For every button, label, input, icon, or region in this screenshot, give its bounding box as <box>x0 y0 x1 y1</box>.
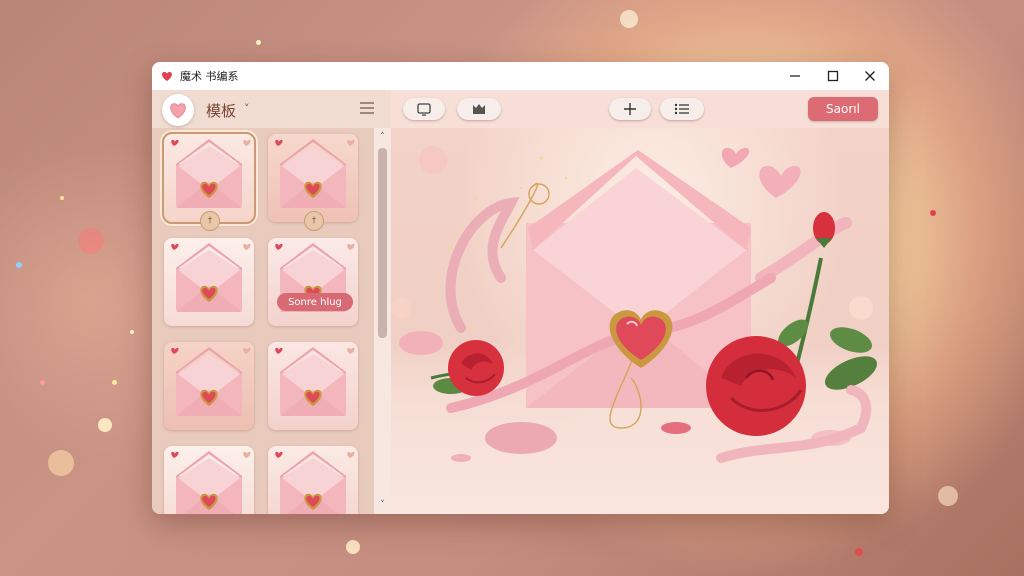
bokeh-light <box>60 196 64 200</box>
template-grid: † † Sonre hlug <box>152 128 374 514</box>
editor-toolbar: Saorıl <box>391 90 889 128</box>
template-card[interactable] <box>164 342 254 430</box>
crown-icon <box>473 104 485 114</box>
maximize-icon <box>827 70 839 82</box>
avatar[interactable] <box>162 94 194 126</box>
bokeh-light <box>855 548 863 556</box>
bokeh-light <box>16 262 22 268</box>
window-title: 魔术 书编系 <box>180 70 239 83</box>
add-icon <box>624 103 636 115</box>
add-button[interactable] <box>609 98 651 120</box>
envelope-thumbnail <box>275 451 355 514</box>
template-card[interactable] <box>268 446 358 514</box>
template-badge-icon[interactable]: † <box>304 211 324 231</box>
list-icon <box>674 103 689 115</box>
template-badge-icon[interactable]: † <box>200 211 220 231</box>
bokeh-light <box>346 540 360 554</box>
bokeh-light <box>48 450 74 476</box>
bokeh-light <box>930 210 936 216</box>
template-card[interactable]: Sonre hlug <box>268 238 358 326</box>
list-button[interactable] <box>660 98 704 120</box>
frame-icon <box>417 103 431 116</box>
template-sidebar: 模板 ˅ † † Sonre hlug ˄ ˅ <box>152 90 391 514</box>
save-button[interactable]: Saorıl <box>808 97 878 121</box>
close-button[interactable] <box>851 62 889 90</box>
envelope-thumbnail <box>275 347 355 416</box>
template-card[interactable] <box>268 342 358 430</box>
envelope-thumbnail <box>275 243 355 312</box>
sidebar-header: 模板 ˅ <box>152 90 391 128</box>
chevron-down-icon[interactable]: ˅ <box>244 102 250 115</box>
bokeh-light <box>98 418 112 432</box>
heart-icon <box>162 71 172 81</box>
hamburger-menu-icon[interactable] <box>359 101 375 115</box>
bokeh-light <box>78 228 104 254</box>
template-dropdown-label[interactable]: 模板 <box>206 100 236 121</box>
bokeh-light <box>130 330 134 334</box>
close-icon <box>865 71 875 81</box>
template-card-button[interactable]: Sonre hlug <box>277 293 353 311</box>
minimize-icon <box>790 75 800 77</box>
bokeh-light <box>40 380 45 385</box>
heart-icon <box>170 103 186 119</box>
sidebar-scrollbar[interactable]: ˄ ˅ <box>374 128 391 514</box>
scroll-down-icon[interactable]: ˅ <box>374 498 391 512</box>
envelope-thumbnail <box>171 347 251 416</box>
bokeh-light <box>938 486 958 506</box>
maximize-button[interactable] <box>814 62 852 90</box>
scroll-up-icon[interactable]: ˄ <box>374 130 391 144</box>
template-card[interactable]: † <box>268 134 358 231</box>
crown-button[interactable] <box>457 98 501 120</box>
envelope-thumbnail <box>275 139 355 208</box>
scrollbar-thumb[interactable] <box>378 148 387 338</box>
bokeh-light <box>256 40 261 45</box>
design-canvas[interactable] <box>391 128 889 514</box>
title-bar: 魔术 书编系 <box>152 62 889 90</box>
template-card[interactable] <box>164 238 254 326</box>
envelope-thumbnail <box>171 243 251 312</box>
rose-left <box>430 340 504 396</box>
envelope-illustration <box>391 146 877 463</box>
bokeh-light <box>620 10 638 28</box>
envelope-thumbnail <box>171 451 251 514</box>
template-card[interactable]: † <box>162 132 256 231</box>
minimize-button[interactable] <box>776 62 814 90</box>
app-window: 魔术 书编系 模板 ˅ † † Sonre hlug ˄ ˅ Saorıl <box>152 62 889 514</box>
frame-button[interactable] <box>403 98 445 120</box>
envelope-thumbnail <box>171 139 251 208</box>
template-card[interactable] <box>164 446 254 514</box>
bokeh-light <box>112 380 117 385</box>
